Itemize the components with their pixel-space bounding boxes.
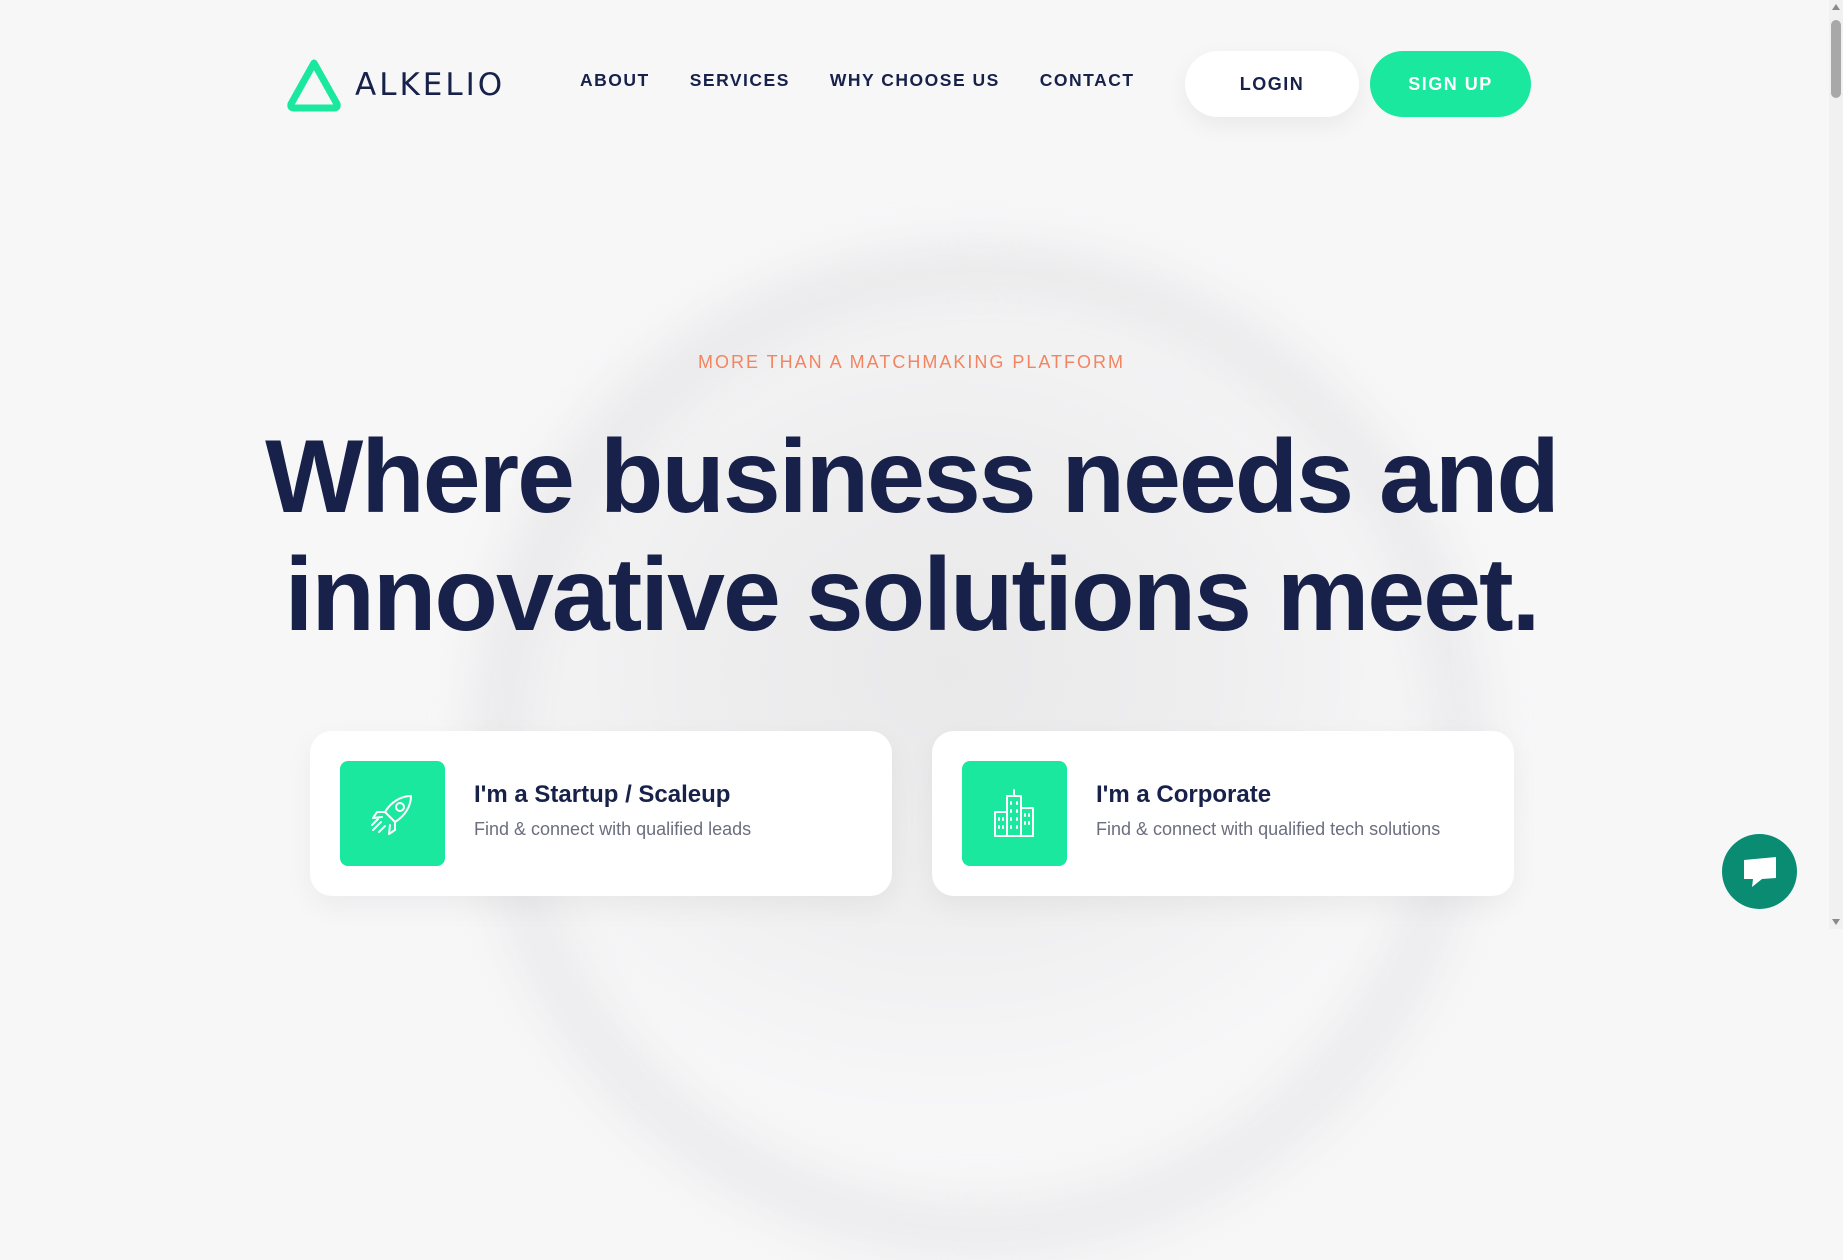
nav-why-choose-us[interactable]: WHY CHOOSE US — [830, 70, 1000, 91]
login-button[interactable]: LOGIN — [1185, 51, 1359, 117]
nav-about[interactable]: ABOUT — [580, 70, 650, 91]
startup-card-title: I'm a Startup / Scaleup — [474, 781, 731, 808]
nav-contact[interactable]: CONTACT — [1040, 70, 1135, 91]
main-nav: ABOUT SERVICES WHY CHOOSE US CONTACT — [580, 70, 1135, 91]
hero-headline: Where business needs and innovative solu… — [0, 418, 1823, 654]
corporate-card[interactable]: I'm a Corporate Find & connect with qual… — [932, 731, 1514, 896]
corporate-card-subtitle: Find & connect with qualified tech solut… — [1096, 819, 1441, 839]
hero-headline-line2: innovative solutions meet. — [284, 537, 1540, 653]
chat-bubble-icon — [1743, 856, 1776, 887]
scroll-down-arrow-icon[interactable] — [1832, 919, 1840, 925]
scroll-up-arrow-icon[interactable] — [1832, 4, 1840, 10]
scroll-thumb[interactable] — [1831, 20, 1841, 98]
chat-button[interactable] — [1722, 834, 1797, 909]
nav-services[interactable]: SERVICES — [690, 70, 790, 91]
signup-button[interactable]: SIGN UP — [1370, 51, 1531, 117]
hero-headline-line1: Where business needs and — [265, 419, 1560, 535]
alkelio-triangle-icon — [287, 59, 341, 112]
corporate-card-title: I'm a Corporate — [1096, 781, 1272, 808]
startup-card-subtitle: Find & connect with qualified leads — [474, 819, 752, 839]
brand-name: ALKELIO — [355, 67, 506, 103]
page-scrollbar[interactable] — [1829, 0, 1843, 929]
hero-eyebrow: MORE THAN A MATCHMAKING PLATFORM — [697, 352, 1126, 372]
startup-card[interactable]: I'm a Startup / Scaleup Find & connect w… — [310, 731, 892, 896]
building-icon — [962, 761, 1067, 866]
rocket-icon — [340, 761, 445, 866]
brand-logo[interactable]: ALKELIO — [285, 55, 540, 115]
site-header: ALKELIO ABOUT SERVICES WHY CHOOSE US CON… — [0, 0, 1843, 170]
